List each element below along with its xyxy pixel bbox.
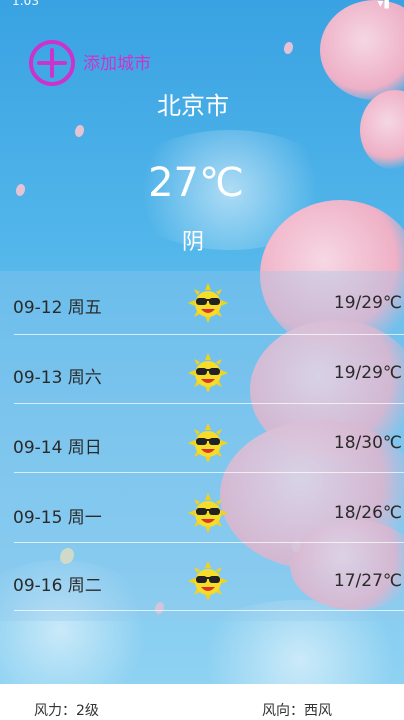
sunny-sunglasses-icon (188, 561, 228, 601)
forecast-row[interactable]: 09-12 周五 19/29℃ (0, 271, 404, 339)
forecast-date: 09-15 周一 (13, 508, 102, 528)
forecast-row[interactable]: 09-16 周二 17/27℃ (0, 549, 404, 617)
forecast-temp-range: 18/26℃ (333, 503, 402, 523)
forecast-temp-range: 18/30℃ (333, 433, 402, 453)
current-temperature: 27℃ (148, 160, 244, 206)
wind-info-bar: 风力：2级 风向：西风 (0, 684, 404, 720)
cherry-blossom-decoration (320, 0, 404, 100)
forecast-date: 09-16 周二 (13, 576, 102, 596)
row-divider (14, 403, 404, 404)
sunny-sunglasses-icon (188, 353, 228, 393)
forecast-temp-range: 19/29℃ (333, 363, 402, 383)
sunny-sunglasses-icon (188, 423, 228, 463)
city-name: 北京市 (157, 92, 229, 120)
forecast-date: 09-12 周五 (13, 298, 102, 318)
weather-app: 1:03 ▾▮ 添加城市 北京市 27℃ 阴 09-12 周五 19/29℃ 0… (0, 0, 404, 684)
status-time: 1:03 (12, 0, 39, 8)
forecast-row[interactable]: 09-13 周六 19/29℃ (0, 341, 404, 409)
forecast-row[interactable]: 09-14 周日 18/30℃ (0, 411, 404, 479)
add-city-button[interactable]: 添加城市 (27, 38, 151, 88)
forecast-temp-range: 17/27℃ (333, 571, 402, 591)
sunny-sunglasses-icon (188, 283, 228, 323)
wind-power: 风力：2级 (34, 703, 99, 719)
forecast-date: 09-14 周日 (13, 438, 102, 458)
wind-direction: 风向：西风 (262, 703, 332, 719)
plus-circle-icon (29, 40, 75, 86)
petal-decoration (75, 125, 84, 137)
row-divider (14, 472, 404, 473)
forecast-row[interactable]: 09-15 周一 18/26℃ (0, 481, 404, 549)
forecast-temp-range: 19/29℃ (333, 293, 402, 313)
status-bar: 1:03 ▾▮ (0, 0, 404, 10)
forecast-date: 09-13 周六 (13, 368, 102, 388)
add-city-label: 添加城市 (83, 53, 151, 74)
petal-decoration (284, 42, 293, 54)
signal-battery-icon: ▾▮ (377, 0, 390, 10)
forecast-list: 09-12 周五 19/29℃ 09-13 周六 19/29℃ 09-14 周日… (0, 271, 404, 621)
sunny-sunglasses-icon (188, 493, 228, 533)
row-divider (14, 542, 404, 543)
weather-condition: 阴 (181, 230, 204, 255)
row-divider (14, 334, 404, 335)
row-divider (14, 610, 404, 611)
